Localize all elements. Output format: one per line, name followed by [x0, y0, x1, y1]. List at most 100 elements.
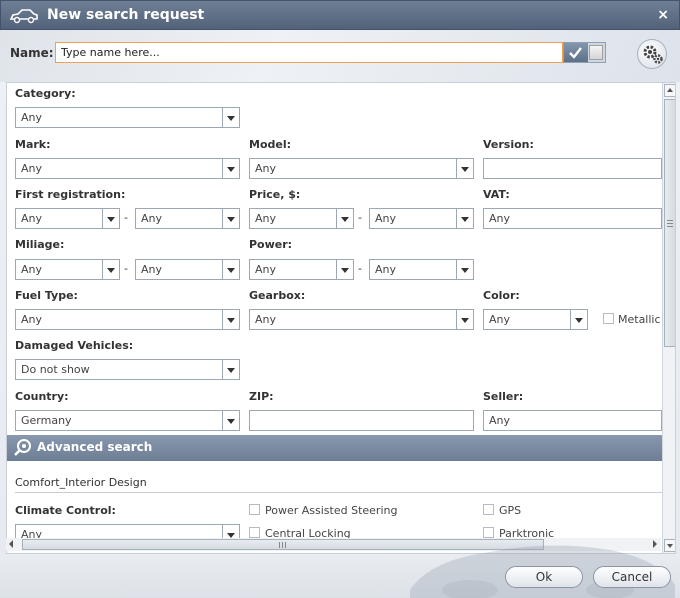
vat-value: Any: [489, 212, 511, 225]
fuel-type-value: Any: [21, 313, 43, 326]
color-label: Color:: [483, 289, 520, 302]
close-icon[interactable]: ×: [657, 7, 669, 23]
category-select[interactable]: Any: [15, 107, 240, 128]
magnifier-icon: [14, 439, 31, 456]
power-assisted-steering-checkbox[interactable]: [249, 504, 260, 515]
advanced-search-toggle[interactable]: Advanced search: [7, 435, 662, 461]
power-from-select[interactable]: Any: [249, 259, 354, 280]
zip-label: ZIP:: [249, 390, 274, 403]
section-heading: Comfort_Interior Design: [15, 476, 147, 489]
chevron-down-icon: [222, 310, 239, 329]
chevron-down-icon: [222, 411, 239, 430]
metallic-checkbox[interactable]: [603, 313, 614, 324]
fuel-type-select[interactable]: Any: [15, 309, 240, 330]
model-label: Model:: [249, 138, 292, 151]
price-from-select[interactable]: Any: [249, 208, 354, 229]
version-input[interactable]: [483, 158, 662, 179]
search-form-panel: Category: Any Mark: Any Model: Any Versi…: [6, 82, 676, 554]
gearbox-value: Any: [255, 313, 277, 326]
fuel-type-label: Fuel Type:: [15, 289, 78, 302]
gps-label: GPS: [499, 504, 522, 517]
advanced-search-title: Advanced search: [37, 440, 153, 454]
car-icon: [9, 9, 38, 24]
seller-input[interactable]: Any: [483, 410, 662, 431]
miliage-label: Miliage:: [15, 238, 65, 251]
chevron-down-icon: [222, 360, 239, 379]
cancel-button[interactable]: Cancel: [593, 566, 671, 588]
save-toggle[interactable]: [563, 42, 606, 63]
seller-value: Any: [489, 414, 511, 427]
name-input[interactable]: [55, 42, 563, 63]
scroll-left-icon[interactable]: [9, 540, 13, 548]
window-title: New search request: [47, 7, 205, 23]
central-locking-checkbox[interactable]: [249, 527, 260, 538]
miliage-to-value: Any: [141, 263, 163, 276]
zip-input[interactable]: [249, 410, 474, 431]
country-label: Country:: [15, 390, 69, 403]
mark-select[interactable]: Any: [15, 158, 240, 179]
category-label: Category:: [15, 87, 76, 100]
chevron-down-icon: [456, 159, 473, 178]
vat-input[interactable]: Any: [483, 208, 662, 229]
gearbox-label: Gearbox:: [249, 289, 306, 302]
chevron-down-icon: [456, 260, 473, 279]
vat-label: VAT:: [483, 188, 510, 201]
metallic-label: Metallic: [618, 313, 661, 326]
ok-button[interactable]: Ok: [505, 566, 583, 588]
gearbox-select[interactable]: Any: [249, 309, 474, 330]
grip-icon: [279, 542, 286, 548]
miliage-from-value: Any: [21, 263, 43, 276]
chevron-down-icon: [102, 209, 119, 228]
mark-value: Any: [21, 162, 43, 175]
power-assisted-steering-label: Power Assisted Steering: [265, 504, 398, 517]
version-label: Version:: [483, 138, 534, 151]
chevron-down-icon: [456, 310, 473, 329]
chevron-down-icon: [222, 108, 239, 127]
price-from-value: Any: [255, 212, 277, 225]
model-select[interactable]: Any: [249, 158, 474, 179]
price-label: Price, $:: [249, 188, 301, 201]
gps-checkbox[interactable]: [483, 504, 494, 515]
power-to-select[interactable]: Any: [369, 259, 474, 280]
price-to-select[interactable]: Any: [369, 208, 474, 229]
power-label: Power:: [249, 238, 293, 251]
scroll-up-icon[interactable]: [664, 84, 675, 97]
damaged-vehicles-select[interactable]: Do not show: [15, 359, 240, 380]
seller-label: Seller:: [483, 390, 524, 403]
chevron-down-icon: [570, 310, 587, 329]
country-value: Germany: [21, 414, 72, 427]
miliage-to-select[interactable]: Any: [135, 259, 240, 280]
name-label: Name:: [10, 46, 54, 60]
first-registration-from-value: Any: [21, 212, 43, 225]
damaged-vehicles-value: Do not show: [21, 363, 90, 376]
name-bar: Name:: [0, 30, 680, 82]
title-bar: New search request ×: [0, 0, 680, 30]
chevron-down-icon: [336, 209, 353, 228]
climate-control-label: Climate Control:: [15, 504, 116, 517]
chevron-down-icon: [222, 260, 239, 279]
vertical-scrollbar[interactable]: [662, 83, 675, 553]
first-registration-to-select[interactable]: Any: [135, 208, 240, 229]
scrollbar-thumb[interactable]: [664, 99, 675, 347]
range-separator: -: [358, 211, 362, 224]
chevron-down-icon: [456, 209, 473, 228]
chevron-down-icon: [336, 260, 353, 279]
miliage-from-select[interactable]: Any: [15, 259, 120, 280]
toggle-on-area: [564, 43, 588, 62]
color-select[interactable]: Any: [483, 309, 588, 330]
country-select[interactable]: Germany: [15, 410, 240, 431]
damaged-vehicles-label: Damaged Vehicles:: [15, 339, 134, 352]
chevron-down-icon: [222, 159, 239, 178]
chevron-down-icon: [222, 209, 239, 228]
first-registration-from-select[interactable]: Any: [15, 208, 120, 229]
check-icon: [569, 47, 582, 59]
power-to-value: Any: [375, 263, 397, 276]
range-separator: -: [124, 262, 128, 275]
gear-icon: [643, 45, 663, 64]
settings-button[interactable]: [637, 39, 667, 69]
chevron-down-icon: [102, 260, 119, 279]
category-value: Any: [21, 111, 43, 124]
first-registration-label: First registration:: [15, 188, 126, 201]
model-value: Any: [255, 162, 277, 175]
first-registration-to-value: Any: [141, 212, 163, 225]
